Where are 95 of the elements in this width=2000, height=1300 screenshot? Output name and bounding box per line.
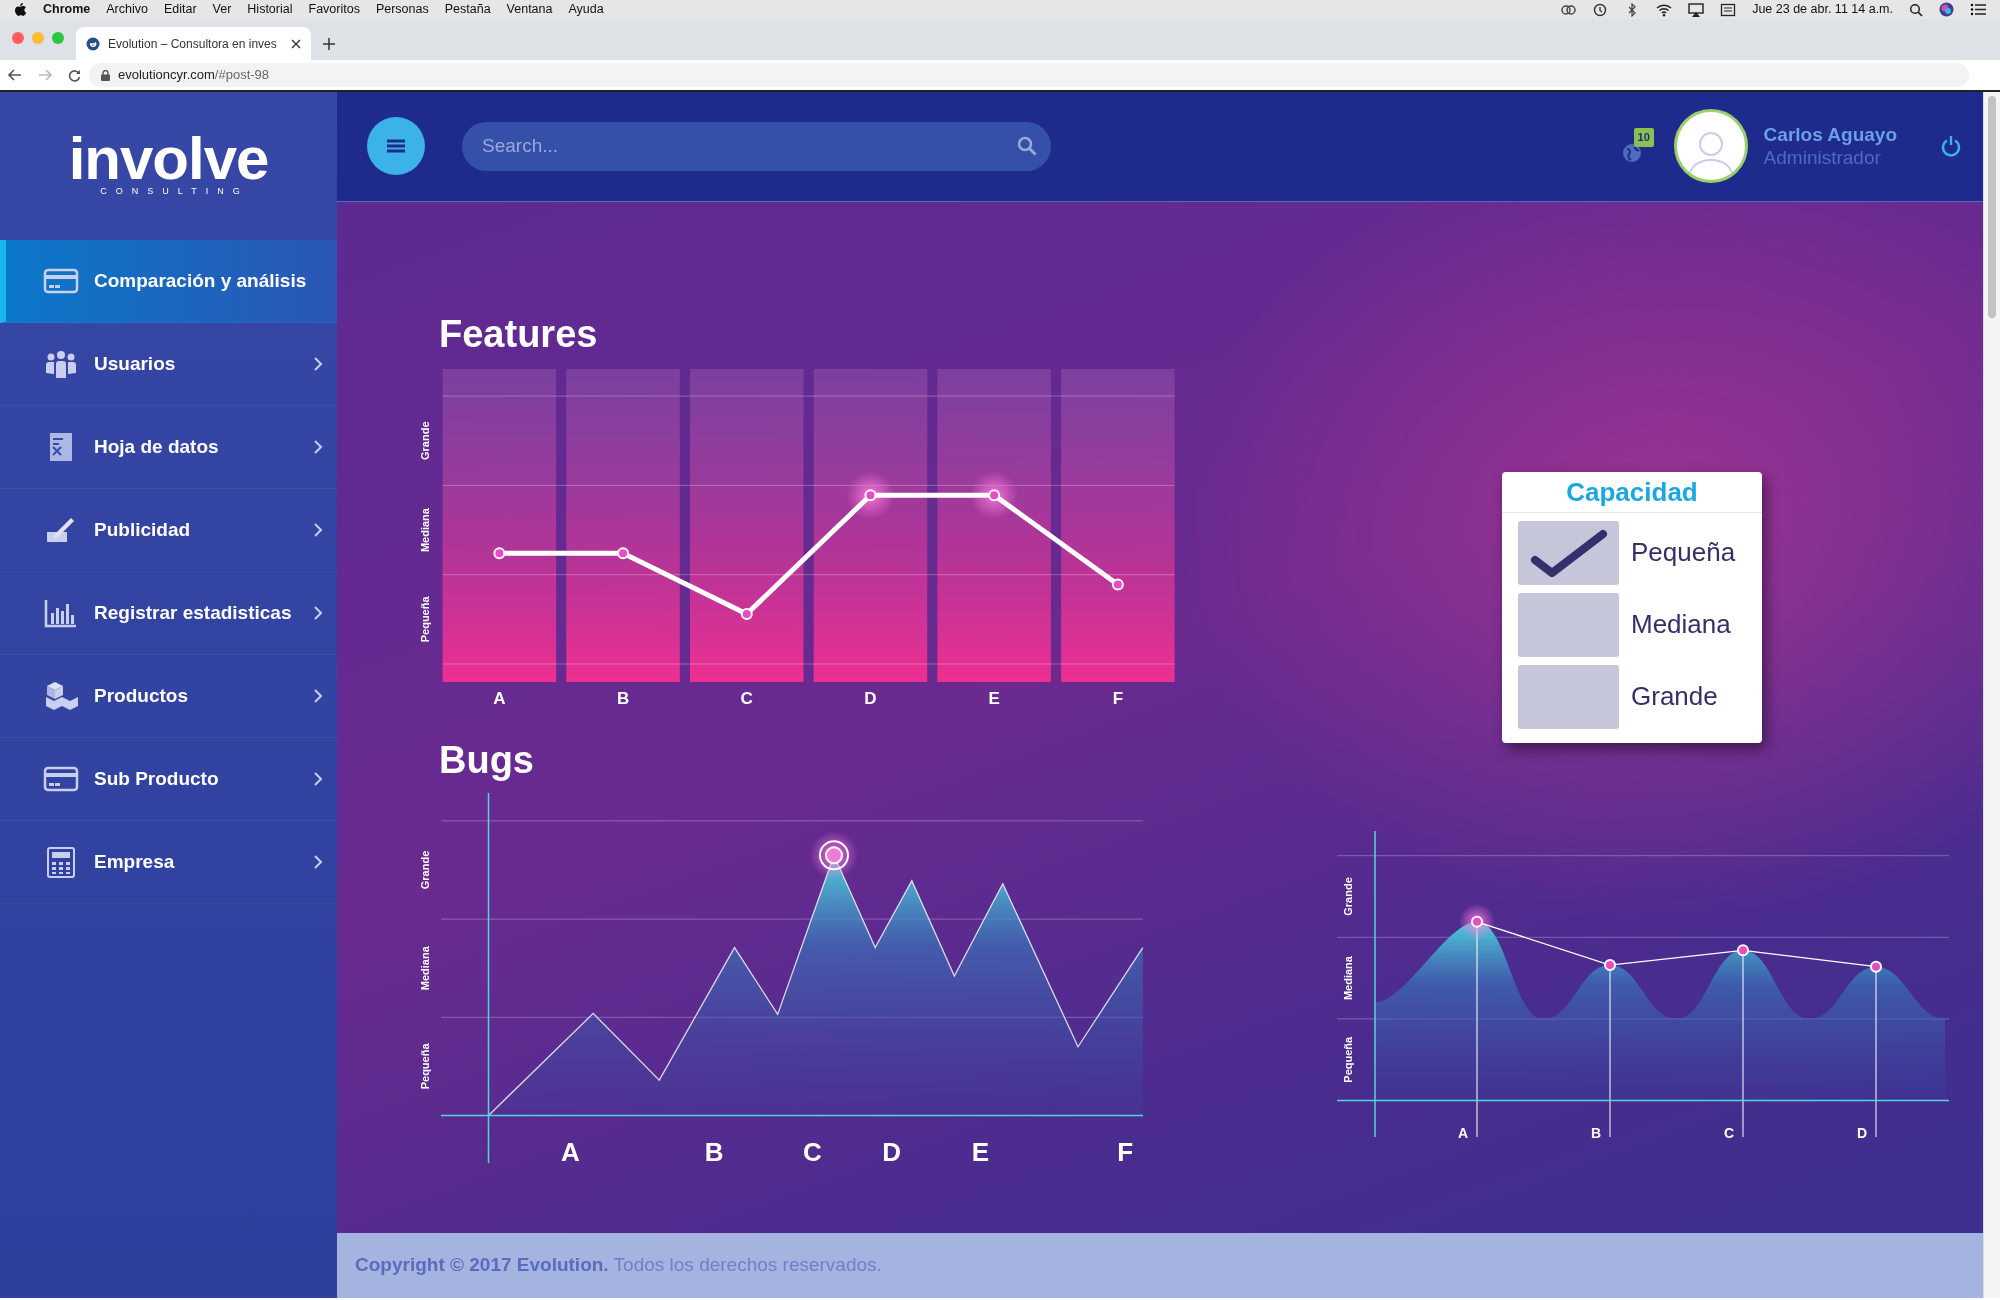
axis-label: Pequeña [419,596,431,643]
menu-item[interactable]: Favoritos [308,0,360,19]
logo[interactable]: involve [68,133,269,186]
axis-label: C [803,1136,822,1167]
axis-label: Grande [419,850,431,890]
axis-label: D [1856,1124,1868,1141]
bar-chart-icon [43,597,79,629]
globe-icon[interactable] [1621,143,1642,164]
menu-item[interactable]: Ventana [506,0,553,19]
reload-icon[interactable] [68,68,81,82]
data-point [1111,578,1124,591]
list-icon[interactable] [1970,3,1986,16]
axis-label: Pequeña [419,1043,431,1090]
sidebar-item[interactable]: Hoja de datos [0,406,337,489]
card-title: Capacidad [1502,471,1762,513]
logo-tagline: CONSULTING [100,185,249,199]
axis-label: F [1112,688,1124,708]
back-icon[interactable] [8,69,22,81]
sidebar-item[interactable]: Sub Producto [0,738,337,821]
axis-label: B [616,688,630,708]
app-menu[interactable]: Chrome [43,0,91,19]
sidebar-item[interactable]: Productos [0,655,337,738]
user-name: Carlos Aguayo [1763,123,1897,147]
address-bar[interactable]: evolutioncyr.com/#post-98 [89,63,1969,87]
option-label: Pequeña [1631,536,1736,570]
axis-label: Mediana [419,946,431,990]
data-point [493,547,506,560]
data-point [864,489,877,501]
data-point [1604,958,1616,971]
favicon-icon [86,36,100,51]
checkbox[interactable] [1518,664,1619,729]
data-point [1471,915,1483,928]
menu-item[interactable]: Editar [163,0,197,19]
boxes-icon [43,680,79,712]
history-icon[interactable] [1592,2,1609,17]
axis-label: Mediana [419,507,431,552]
menu-item[interactable]: Ayuda [568,0,604,19]
checkmark-icon [1528,527,1609,578]
menu-item[interactable]: Ver [212,0,232,19]
wifi-icon[interactable] [1656,2,1673,17]
axis-label: D [882,1136,901,1167]
siri-icon[interactable] [1939,2,1954,17]
sidebar-item[interactable]: Empresa [0,821,337,904]
search-field[interactable]: Search... [462,121,1051,171]
axis-label: C [740,688,753,708]
data-point [988,489,1001,501]
scrollbar[interactable] [1983,92,2000,1298]
clock[interactable]: Jue 23 de abr. 11 14 a.m. [1752,0,1893,19]
sidebar-item[interactable]: Usuarios [0,323,337,406]
new-tab-icon[interactable] [323,38,335,50]
menu-item[interactable]: Archivo [106,0,148,19]
users-icon [43,348,79,380]
close-icon[interactable] [291,38,301,49]
menu-icon [387,139,405,154]
axis-label: Grande [1342,877,1354,916]
axis-label: A [560,1136,580,1167]
glow [846,471,895,519]
menu-button[interactable] [367,117,425,176]
lock-icon [101,69,110,81]
axis-label: A [1457,1124,1469,1141]
power-icon[interactable] [1941,135,1961,158]
checkbox[interactable] [1518,592,1619,657]
user-role: Administrador [1763,146,1882,170]
axis-label: E [988,688,1000,708]
chart-title: Bugs [439,737,535,783]
glow [970,471,1019,519]
browser-tab[interactable]: Evolution – Consultora en inves [76,27,311,60]
axis-label: B [704,1136,724,1167]
airplay-icon[interactable] [1688,2,1705,17]
axis-label: C [1723,1124,1735,1141]
menu-item[interactable]: Historial [247,0,293,19]
axis-label: Mediana [1342,955,1354,1000]
axis-label: E [971,1136,990,1167]
data-point [617,547,630,560]
axis-label: D [864,688,877,708]
axis-label: B [1590,1124,1602,1141]
axis-label: F [1117,1136,1134,1167]
menu-item[interactable]: Pestaña [444,0,491,19]
chart-title: Features [439,311,599,357]
data-point [1737,944,1749,957]
apple-icon [14,2,27,17]
option-label: Grande [1631,680,1718,714]
peak-marker [818,840,849,871]
sidebar-item[interactable]: Comparación y análisis [0,240,337,323]
option-label: Mediana [1631,608,1731,642]
menu-item[interactable]: Personas [375,0,429,19]
data-point [740,607,753,620]
keyboard-icon[interactable] [1720,2,1737,17]
axis-label: Pequeña [1342,1036,1354,1083]
axis-label: Grande [419,421,431,460]
notification-count: 10 [1633,128,1654,147]
axis-label: A [493,688,506,708]
data-point [1870,960,1882,973]
checkbox[interactable] [1518,520,1619,585]
search-icon[interactable] [1909,2,1923,17]
